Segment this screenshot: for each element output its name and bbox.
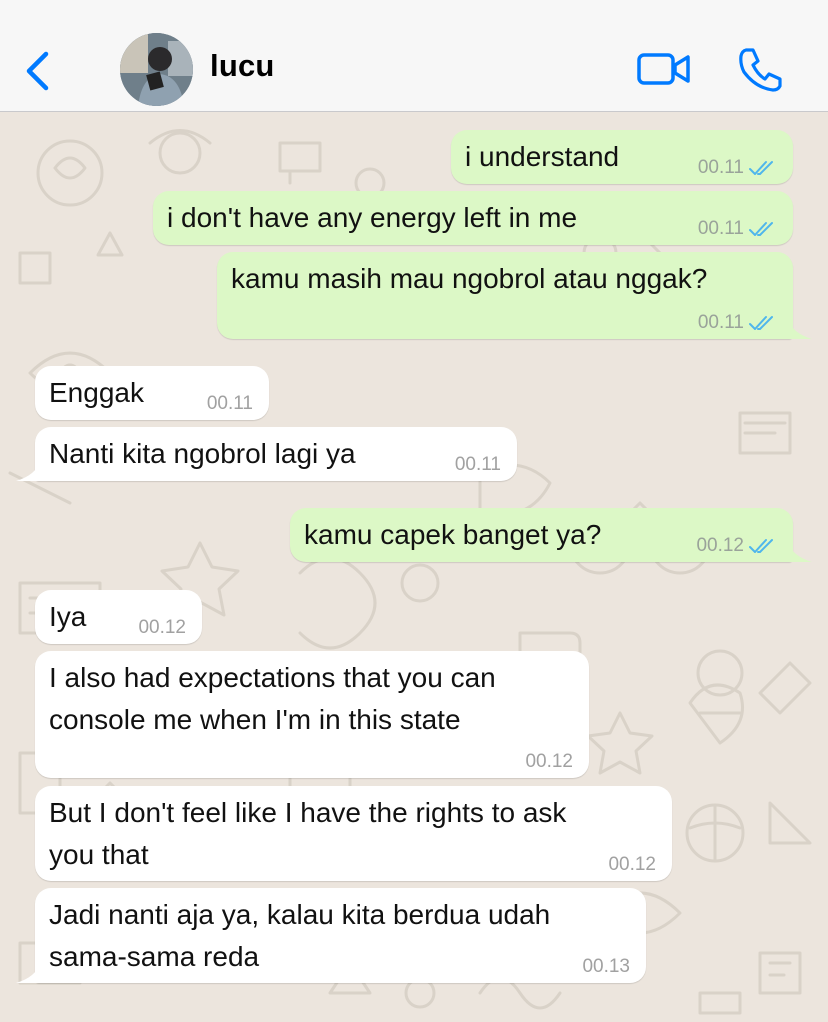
message-meta: 00.11 xyxy=(455,455,501,475)
message-time: 00.11 xyxy=(206,393,253,414)
message-time: 00.13 xyxy=(582,956,630,977)
back-chevron-icon[interactable] xyxy=(22,50,54,92)
message-text-line-2: console me when I'm in this state xyxy=(49,704,461,735)
message-bubble-outgoing[interactable]: kamu masih mau ngobrol atau nggak? 00.11 xyxy=(217,252,793,339)
bubble-tail xyxy=(16,461,40,481)
video-call-icon[interactable] xyxy=(636,50,692,88)
message-time: 00.11 xyxy=(454,454,501,475)
message-time: 00.11 xyxy=(697,312,744,333)
message-meta: 00.11 xyxy=(698,158,775,178)
message-bubble-incoming[interactable]: Iya 00.12 xyxy=(35,590,202,644)
message-meta: 00.11 xyxy=(207,394,253,414)
message-bubble-outgoing[interactable]: i understand 00.11 xyxy=(451,130,793,184)
message-text-line-2: you that xyxy=(49,839,149,870)
message-text: kamu masih mau ngobrol atau nggak? xyxy=(231,263,708,294)
contact-avatar[interactable] xyxy=(120,33,193,106)
message-bubble-incoming[interactable]: Enggak 00.11 xyxy=(35,366,269,420)
read-receipt-icon xyxy=(749,222,773,236)
read-receipt-icon xyxy=(749,539,773,553)
message-bubble-incoming[interactable]: Jadi nanti aja ya, kalau kita berdua uda… xyxy=(35,888,646,983)
message-time: 00.12 xyxy=(138,617,186,638)
message-text-line-1: I also had expectations that you can xyxy=(49,662,496,693)
message-meta: 00.12 xyxy=(608,855,656,875)
message-bubble-incoming[interactable]: Nanti kita ngobrol lagi ya 00.11 xyxy=(35,427,517,481)
chat-header: lucu xyxy=(0,0,828,112)
message-meta: 00.12 xyxy=(696,536,775,556)
bubble-tail xyxy=(788,319,812,339)
message-text-line-1: But I don't feel like I have the rights … xyxy=(49,797,567,828)
message-time: 00.12 xyxy=(696,535,744,556)
message-bubble-outgoing[interactable]: kamu capek banget ya? 00.12 xyxy=(290,508,793,562)
message-time: 00.11 xyxy=(697,218,744,239)
message-bubble-incoming[interactable]: But I don't feel like I have the rights … xyxy=(35,786,672,881)
read-receipt-icon xyxy=(749,161,773,175)
message-meta: 00.11 xyxy=(698,313,775,333)
message-meta: 00.11 xyxy=(698,219,775,239)
message-bubble-outgoing[interactable]: i don't have any energy left in me 00.11 xyxy=(153,191,793,245)
phone-call-icon[interactable] xyxy=(738,46,782,92)
message-time: 00.12 xyxy=(525,751,573,772)
message-text: Nanti kita ngobrol lagi ya xyxy=(49,438,356,469)
message-time: 00.11 xyxy=(697,157,744,178)
chat-wallpaper xyxy=(8,129,812,1015)
message-meta: 00.12 xyxy=(525,752,573,772)
bubble-tail xyxy=(16,963,40,983)
message-text-line-2: sama-sama reda xyxy=(49,941,260,972)
message-text-line-1: Jadi nanti aja ya, kalau kita berdua uda… xyxy=(49,899,551,930)
contact-name[interactable]: lucu xyxy=(210,48,275,84)
message-bubble-incoming[interactable]: I also had expectations that you can con… xyxy=(35,651,589,778)
read-receipt-icon xyxy=(749,316,773,330)
message-meta: 00.12 xyxy=(138,618,186,638)
message-text: i don't have any energy left in me xyxy=(167,202,578,233)
bubble-tail xyxy=(788,542,812,562)
message-time: 00.12 xyxy=(608,854,656,875)
message-meta: 00.13 xyxy=(582,957,630,977)
